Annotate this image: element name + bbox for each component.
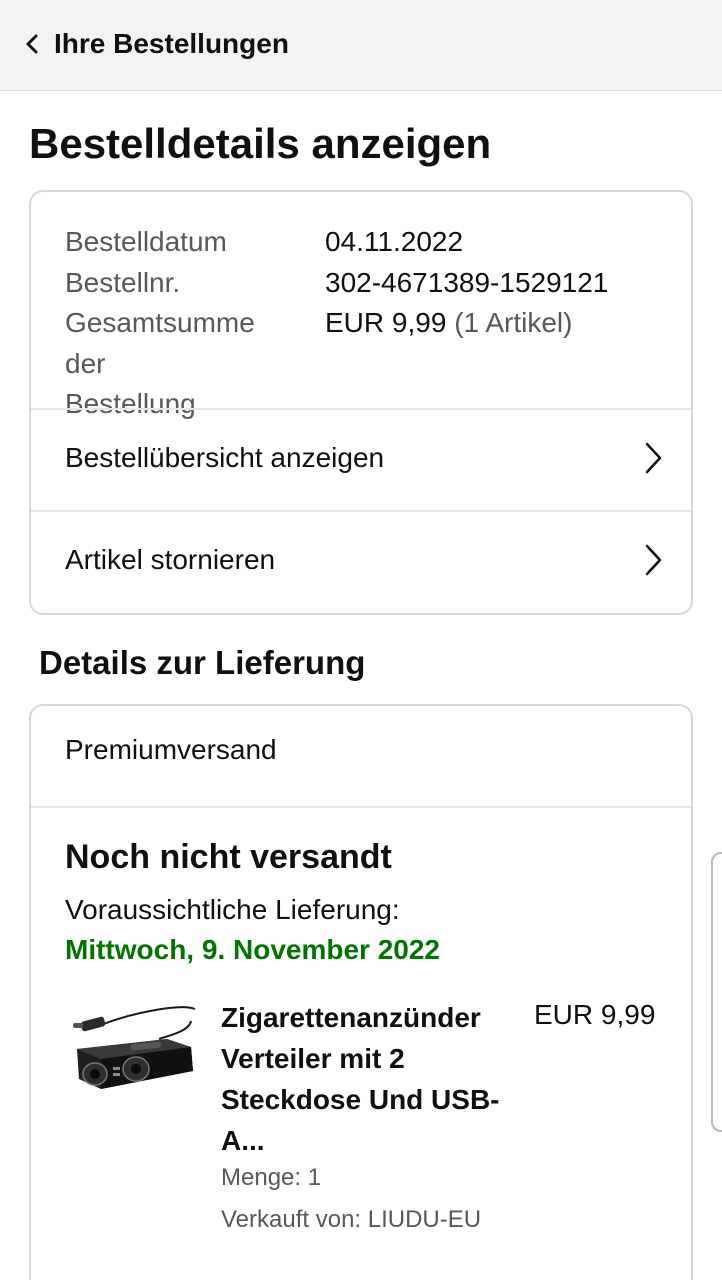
divider <box>31 806 691 808</box>
product-title-link[interactable]: Zigarettenanzünder Verteiler mit 2 Steck… <box>221 997 521 1161</box>
cancel-items-link[interactable]: Artikel stornieren <box>31 510 691 610</box>
order-total-label: Gesamtsumme <box>65 307 255 338</box>
order-total-value: EUR 9,99 (1 Artikel) <box>325 303 572 344</box>
shipping-type: Premiumversand <box>65 734 277 765</box>
order-number-value: 302-4671389-1529121 <box>325 266 609 298</box>
product-image[interactable] <box>71 1001 199 1111</box>
order-total-amount: EUR 9,99 <box>325 307 447 338</box>
side-panel-handle[interactable] <box>711 852 722 1132</box>
chevron-right-icon <box>645 544 662 576</box>
page-title: Bestelldetails anzeigen <box>29 120 492 167</box>
delivery-section-title: Details zur Lieferung <box>39 644 366 681</box>
view-order-summary-label: Bestellübersicht anzeigen <box>65 442 385 473</box>
order-summary-card: Bestelldatum 04.11.2022 Bestellnr. 302-4… <box>29 190 693 615</box>
shipment-status: Noch nicht versandt <box>65 838 392 876</box>
product-seller: Verkauft von: LIUDU-EU <box>221 1206 482 1233</box>
delivery-details-card: Premiumversand Noch nicht versandt Vorau… <box>29 704 693 1280</box>
product-quantity: Menge: 1 <box>221 1164 322 1191</box>
order-number-label: Bestellnr. <box>65 266 181 298</box>
chevron-right-icon <box>645 442 662 474</box>
back-to-orders-link[interactable]: Ihre Bestellungen <box>24 22 289 66</box>
cancel-items-label: Artikel stornieren <box>65 544 276 575</box>
top-navigation-bar: Ihre Bestellungen <box>0 0 722 91</box>
product-price: EUR 9,99 <box>534 999 656 1030</box>
back-link-label: Ihre Bestellungen <box>54 28 289 59</box>
order-date-label: Bestelldatum <box>65 226 227 257</box>
order-total-item-count: (1 Artikel) <box>454 307 573 338</box>
expected-delivery-date: Mittwoch, 9. November 2022 <box>65 934 441 965</box>
view-order-summary-link[interactable]: Bestellübersicht anzeigen <box>31 408 691 508</box>
order-date-value: 04.11.2022 <box>325 226 464 257</box>
expected-delivery-label: Voraussichtliche Lieferung: <box>65 894 400 925</box>
chevron-left-icon <box>26 34 38 54</box>
